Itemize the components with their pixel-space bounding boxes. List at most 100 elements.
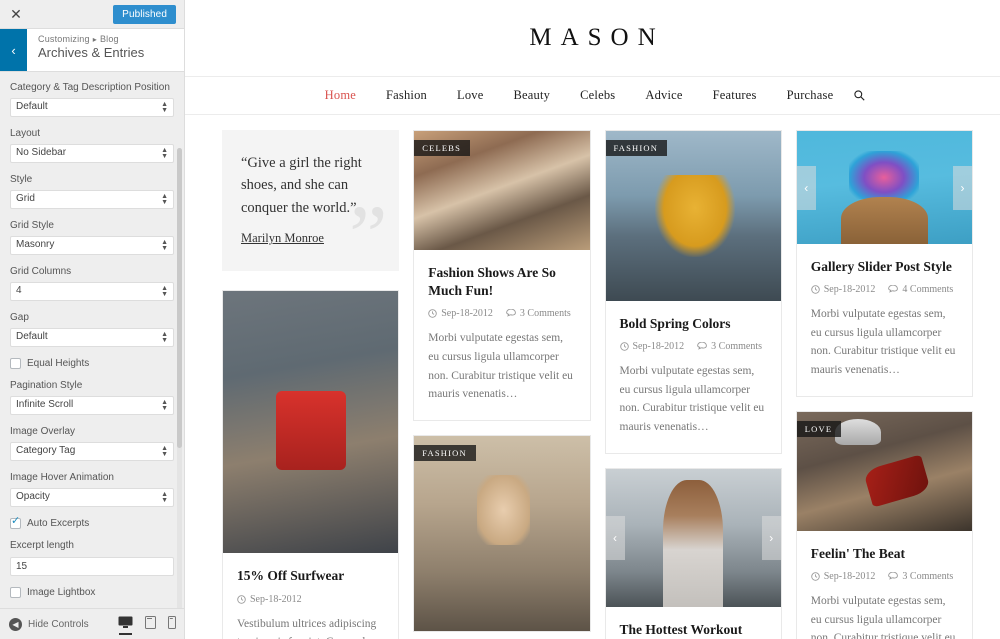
chevron-updown-icon: ▲ ▼ <box>161 399 168 412</box>
post-date-text: Sep-18-2012 <box>441 308 493 320</box>
control-label: Style <box>10 174 33 185</box>
customizer-app: ✕ Published ‹ Customizing ▸ Blog Archives … <box>0 0 1000 639</box>
post-thumbnail[interactable]: LOVE <box>796 411 972 531</box>
publish-button[interactable]: Published <box>113 4 176 24</box>
breadcrumb: Customizing ▸ Blog <box>38 34 144 44</box>
post-thumbnail[interactable]: CELEBS <box>414 131 590 250</box>
post-card-fashion-blonde[interactable]: FASHION <box>413 434 591 632</box>
slider-next-icon[interactable]: › <box>953 165 972 210</box>
layout-select[interactable]: No Sidebar ▲ ▼ <box>10 144 174 163</box>
nav-item-home[interactable]: Home <box>310 88 371 103</box>
chevron-updown-icon: ▲ ▼ <box>161 445 168 458</box>
desktop-icon <box>118 616 133 628</box>
device-preview-group <box>118 616 176 635</box>
close-icon[interactable]: ✕ <box>6 4 26 24</box>
post-comments-text: 3 Comments <box>519 308 571 320</box>
category-badge[interactable]: LOVE <box>796 420 842 437</box>
post-card-feelin-the-beat[interactable]: LOVE Feelin' The Beat Sep-18-2012 3 Comm… <box>795 410 973 639</box>
post-title[interactable]: Bold Spring Colors <box>620 315 767 333</box>
post-comments[interactable]: 3 Comments <box>697 341 762 352</box>
select-value: Infinite Scroll <box>16 399 74 410</box>
auto-excerpts-checkbox[interactable] <box>10 516 21 529</box>
post-thumbnail[interactable]: FASHION <box>414 435 590 631</box>
post-title[interactable]: Feelin' The Beat <box>811 545 958 563</box>
nav-item-love[interactable]: Love <box>442 88 498 103</box>
post-card-quote[interactable]: “Give a girl the right shoes, and she ca… <box>222 130 400 272</box>
grid-style-select[interactable]: Masonry ▲ ▼ <box>10 236 174 255</box>
nav-item-fashion[interactable]: Fashion <box>371 88 442 103</box>
category-badge[interactable]: FASHION <box>414 444 476 461</box>
post-card-gallery-slider[interactable]: ‹ › Gallery Slider Post Style Sep-18-201… <box>795 130 973 397</box>
post-comments[interactable]: 3 Comments <box>888 571 953 582</box>
post-card-bold-spring[interactable]: FASHION Bold Spring Colors Sep-18-2012 3… <box>604 130 782 454</box>
breadcrumb-root[interactable]: Customizing <box>38 34 90 44</box>
quote-author[interactable]: Marilyn Monroe <box>241 231 324 246</box>
control-label: Equal Heights <box>27 358 90 369</box>
device-mobile-button[interactable] <box>168 616 176 632</box>
category-description-position-select[interactable]: Default ▲ ▼ <box>10 98 174 117</box>
post-card-workout[interactable]: ‹ › The Hottest Workout Trends! <box>604 467 782 639</box>
site-logo[interactable]: MASON <box>520 24 664 52</box>
post-image <box>605 131 781 301</box>
device-tablet-button[interactable] <box>145 616 156 632</box>
post-title[interactable]: Fashion Shows Are So Much Fun! <box>428 264 575 300</box>
control-auto-excerpts[interactable]: Auto Excerpts <box>10 516 174 529</box>
control-label: Gap <box>10 312 29 323</box>
hide-controls-button[interactable]: ◀ Hide Controls <box>9 617 89 631</box>
hide-controls-label: Hide Controls <box>28 618 89 630</box>
post-meta: Sep-18-2012 4 Comments <box>811 284 958 295</box>
post-title[interactable]: The Hottest Workout Trends! <box>620 621 767 639</box>
control-label: Layout <box>10 128 41 139</box>
image-hover-animation-select[interactable]: Opacity ▲ ▼ <box>10 488 174 507</box>
excerpt-length-input[interactable] <box>10 557 174 576</box>
search-icon[interactable] <box>848 90 875 101</box>
post-thumbnail-slider[interactable]: ‹ › <box>605 468 781 607</box>
post-thumbnail-slider[interactable]: ‹ › <box>796 131 972 244</box>
control-label: Category & Tag Description Position <box>10 82 170 93</box>
breadcrumb-section[interactable]: Blog <box>100 34 119 44</box>
device-desktop-button[interactable] <box>118 616 133 635</box>
image-overlay-select[interactable]: Category Tag ▲ ▼ <box>10 442 174 461</box>
panel-header: ‹ Customizing ▸ Blog Archives & Entries <box>0 28 184 72</box>
slider-prev-icon[interactable]: ‹ <box>605 515 625 560</box>
post-comments[interactable]: 3 Comments <box>506 308 571 319</box>
control-label: Excerpt length <box>10 540 74 551</box>
gap-select[interactable]: Default ▲ ▼ <box>10 328 174 347</box>
pagination-style-select[interactable]: Infinite Scroll ▲ ▼ <box>10 396 174 415</box>
equal-heights-checkbox[interactable] <box>10 358 21 369</box>
nav-item-features[interactable]: Features <box>698 88 772 103</box>
slider-next-icon[interactable]: › <box>761 515 781 560</box>
post-title[interactable]: Gallery Slider Post Style <box>811 258 958 276</box>
post-excerpt: Vestibulum ultrices adipiscing turpis qu… <box>237 617 377 639</box>
nav-item-advice[interactable]: Advice <box>630 88 697 103</box>
grid-columns-select[interactable]: 4 ▲ ▼ <box>10 282 174 301</box>
image-lightbox-checkbox[interactable] <box>10 587 21 598</box>
post-card-surfwear[interactable]: 15% Off Surfwear Sep-18-2012 Vestibulum … <box>222 290 400 639</box>
control-image-lightbox[interactable]: Image Lightbox <box>10 587 174 598</box>
page-title: Archives & Entries <box>38 45 145 60</box>
post-title[interactable]: 15% Off Surfwear <box>237 567 384 585</box>
post-excerpt: Morbi vulputate egestas sem, eu cursus l… <box>810 594 956 639</box>
back-icon[interactable]: ‹ <box>0 29 27 71</box>
category-badge[interactable]: CELEBS <box>414 140 471 156</box>
post-comments[interactable]: 4 Comments <box>888 284 953 295</box>
control-grid-style: Grid Style Masonry ▲ ▼ <box>10 220 174 255</box>
style-select[interactable]: Grid ▲ ▼ <box>10 190 174 209</box>
controls-list: Category & Tag Description Position Defa… <box>0 72 184 608</box>
nav-item-celebs[interactable]: Celebs <box>565 88 630 103</box>
nav-item-purchase[interactable]: Purchase <box>772 88 849 103</box>
sidebar-scrollbar[interactable] <box>177 148 182 608</box>
site-preview: MASON Home Fashion Love Beauty Celebs Ad… <box>185 0 1000 639</box>
post-card-fashion-shows[interactable]: CELEBS Fashion Shows Are So Much Fun! Se… <box>413 130 591 421</box>
control-image-overlay: Image Overlay Category Tag ▲ ▼ <box>10 426 174 461</box>
category-badge[interactable]: FASHION <box>605 140 668 156</box>
collapse-icon: ◀ <box>9 617 22 631</box>
nav-item-beauty[interactable]: Beauty <box>499 88 566 103</box>
customizer-topbar: ✕ Published <box>0 0 184 28</box>
post-thumbnail[interactable] <box>223 291 399 554</box>
control-equal-heights[interactable]: Equal Heights <box>10 358 174 369</box>
slider-prev-icon[interactable]: ‹ <box>796 165 816 210</box>
chevron-updown-icon: ▲ ▼ <box>161 101 168 114</box>
breadcrumb-separator-icon: ▸ <box>92 35 97 44</box>
post-thumbnail[interactable]: FASHION <box>605 131 781 301</box>
